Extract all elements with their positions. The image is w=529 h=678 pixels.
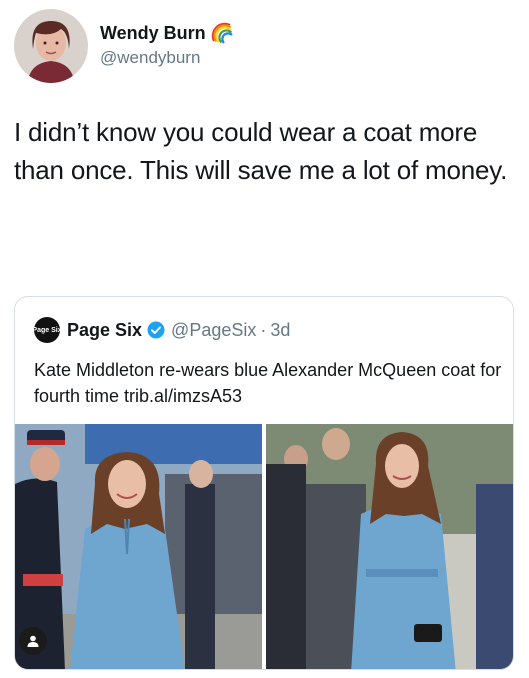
avatar[interactable] (14, 9, 88, 83)
page-six-avatar[interactable]: Page Six (32, 317, 62, 343)
verified-icon (147, 321, 165, 339)
name-row: Wendy Burn (100, 22, 233, 44)
author-display-name[interactable]: Wendy Burn (100, 23, 206, 44)
quoted-media (15, 424, 513, 669)
quoted-tweet-text: Kate Middleton re-wears blue Alexander M… (34, 360, 502, 406)
quoted-author-handle[interactable]: @PageSix (171, 320, 256, 341)
author-info: Wendy Burn @wendyburn (100, 22, 233, 68)
author-handle[interactable]: @wendyburn (100, 48, 233, 68)
quoted-tweet[interactable]: Page Six Page Six @PageSix · 3d Kate Mid… (14, 296, 514, 670)
quoted-tweet-header: Page Six Page Six @PageSix · 3d (32, 317, 290, 343)
separator-dot: · (260, 319, 267, 340)
tweet-text: I didn’t know you could wear a coat more… (14, 117, 508, 185)
user-icon[interactable] (19, 627, 47, 655)
quoted-author-display-name[interactable]: Page Six (67, 320, 142, 341)
tweet-card: Wendy Burn @wendyburn I didn’t know you … (0, 0, 529, 678)
rainbow-icon (211, 22, 233, 44)
quoted-tweet-time[interactable]: 3d (270, 320, 290, 341)
photo-kate-blue-coat-right[interactable] (266, 424, 513, 669)
photo-kate-blue-coat-left[interactable] (15, 424, 262, 669)
tweet-header: Wendy Burn @wendyburn (14, 9, 233, 83)
